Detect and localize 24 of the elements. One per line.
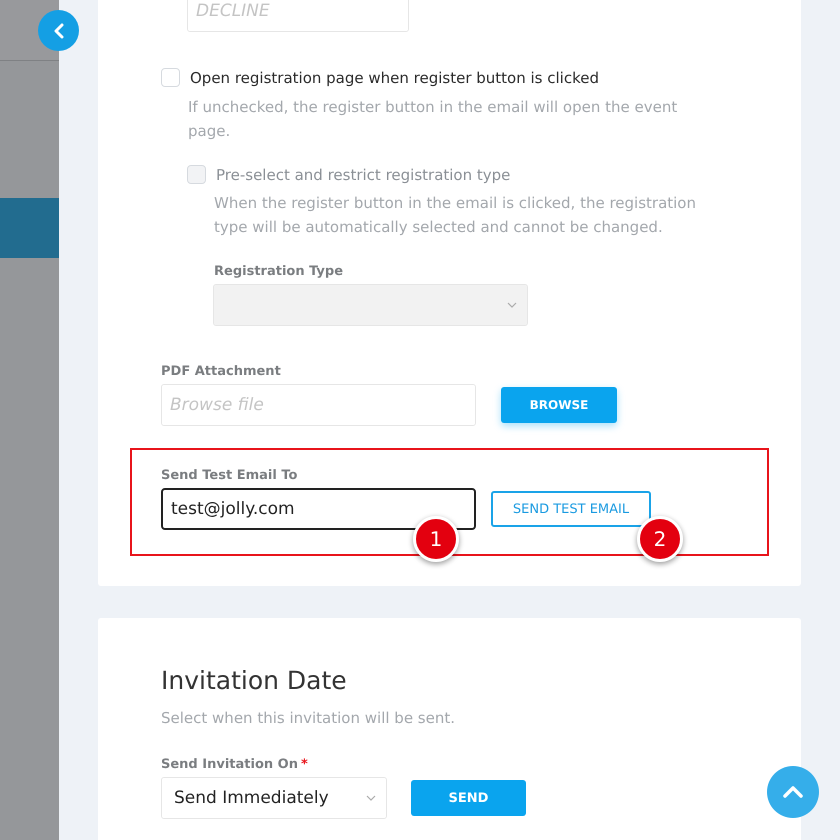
section-subtitle: Select when this invitation will be sent. <box>161 709 456 727</box>
browse-button[interactable]: BROWSE <box>501 387 617 423</box>
checkbox-label: Pre-select and restrict registration type <box>216 166 510 184</box>
email-field[interactable]: test@jolly.com <box>161 488 476 530</box>
decline-field[interactable]: DECLINE <box>187 0 409 32</box>
step-marker: 1 <box>413 516 459 562</box>
field-label: PDF Attachment <box>161 364 282 379</box>
step-marker: 2 <box>637 516 683 562</box>
checkbox[interactable] <box>161 68 180 87</box>
field-label: Registration Type <box>214 264 344 279</box>
chevron-down-icon <box>507 302 517 308</box>
field-label: Send Invitation On * <box>161 757 309 772</box>
help-text: If unchecked, the register button in the email will open the event page. <box>188 97 678 142</box>
chevron-up-icon <box>782 785 804 799</box>
send-test-email-button[interactable]: SEND TEST EMAIL <box>491 491 651 527</box>
checkbox-label: Open registration page when register button is clicked <box>190 68 599 86</box>
chevron-down-icon <box>366 795 376 801</box>
send-button[interactable]: SEND <box>411 780 526 816</box>
chevron-left-icon <box>52 22 64 38</box>
field-label: Send Test Email To <box>161 468 298 483</box>
send-on-select[interactable]: Send Immediately <box>161 777 387 819</box>
help-text: When the register button in the email is clicked, the registration type will be automatically selected and cannot be changed. <box>214 193 697 238</box>
section-title: Invitation Date <box>161 666 348 695</box>
file-field[interactable]: Browse file <box>161 384 476 426</box>
